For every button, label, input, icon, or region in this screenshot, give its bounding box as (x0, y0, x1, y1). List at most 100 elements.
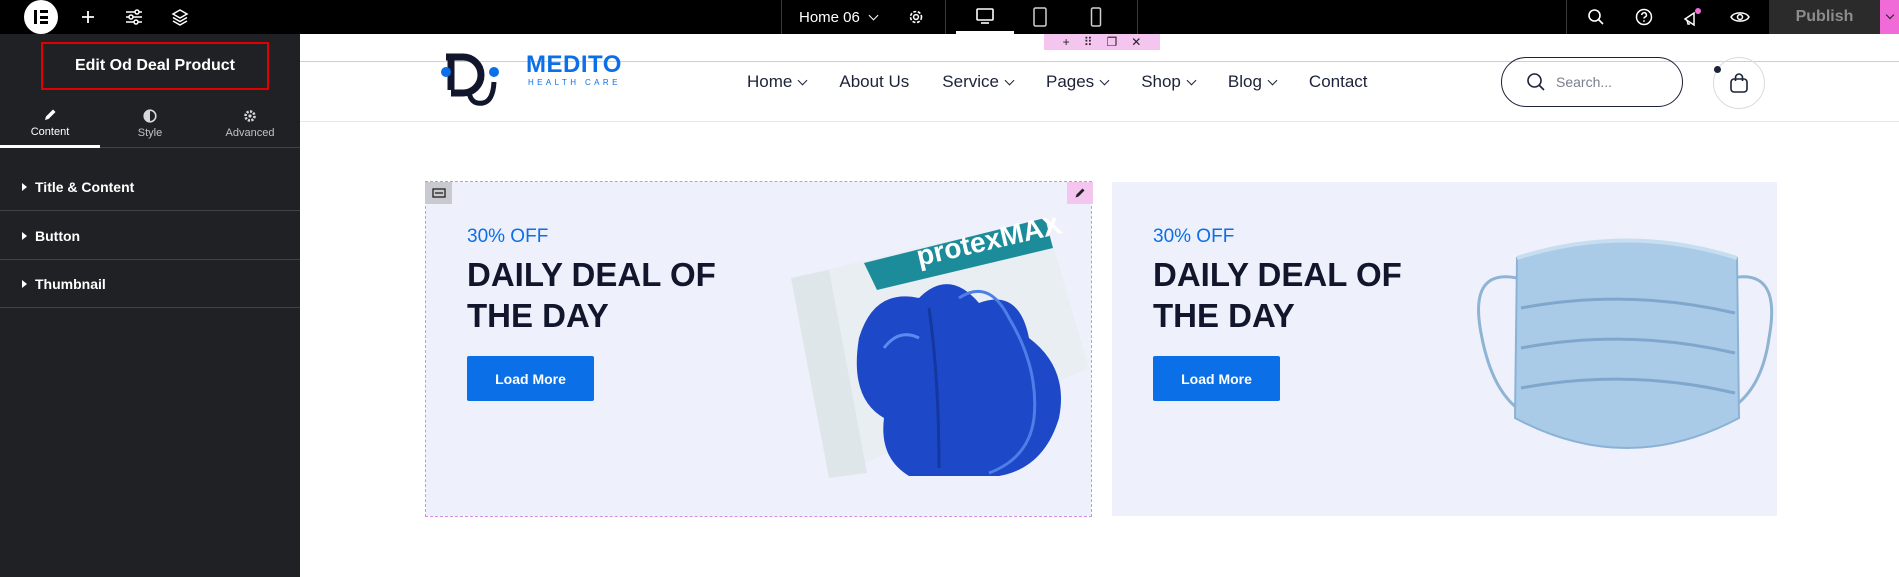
finder-button[interactable] (1584, 0, 1608, 34)
search-placeholder: Search... (1556, 74, 1613, 90)
nav-service[interactable]: Service (942, 72, 1015, 92)
panel-title: Edit Od Deal Product (74, 57, 235, 74)
stethoscope-logo-icon (441, 53, 499, 106)
nav-label: Home (747, 72, 793, 91)
tab-content[interactable]: Content (0, 100, 100, 148)
preview-eye-icon (1730, 12, 1750, 22)
widget-icon (431, 188, 446, 198)
section-thumbnail[interactable]: Thumbnail (0, 260, 300, 308)
add-element-button[interactable] (76, 0, 100, 34)
cart-button[interactable] (1713, 57, 1765, 109)
nav-blog[interactable]: Blog (1227, 72, 1278, 92)
logo-name: MEDITO (526, 51, 622, 78)
desktop-icon (976, 7, 994, 24)
close-icon[interactable]: ✕ (1131, 35, 1141, 49)
page-name: Home 06 (799, 8, 860, 26)
deal-title: DAILY DEAL OF THE DAY (467, 256, 716, 334)
tab-style[interactable]: Style (100, 100, 200, 148)
tab-label: Content (30, 125, 70, 138)
duplicate-icon[interactable]: ❐ (1106, 35, 1117, 49)
deal-discount: 30% OFF (467, 226, 549, 247)
section-label: Button (35, 227, 81, 244)
device-tablet-button[interactable] (1011, 0, 1069, 34)
pencil-icon (45, 109, 56, 120)
logo-wordmark: MEDITO HEALTH CARE (526, 51, 622, 88)
nav-label: Blog (1227, 72, 1262, 91)
add-icon (82, 11, 94, 23)
deal-card[interactable]: 30% OFF DAILY DEAL OF THE DAY Load More … (425, 181, 1092, 517)
section-label: Thumbnail (35, 275, 106, 292)
device-mobile-button[interactable] (1067, 0, 1125, 34)
gloves-product-image: protexMAX (791, 218, 1089, 478)
tab-label: Advanced (225, 127, 275, 139)
chevron-down-icon (1004, 75, 1015, 85)
publish-options-button[interactable] (1880, 0, 1899, 34)
help-button[interactable] (1632, 0, 1656, 34)
caret-right-icon (22, 231, 27, 240)
layers-icon (171, 9, 189, 26)
drag-handle-icon[interactable]: ⠿ (1084, 35, 1093, 49)
whats-new-icon (1683, 8, 1701, 27)
nav-label: About Us (839, 72, 910, 91)
topbar-divider (1566, 0, 1567, 34)
whats-new-button[interactable] (1680, 0, 1704, 34)
publish-button[interactable]: Publish (1769, 0, 1880, 34)
deal-card[interactable]: 30% OFF DAILY DEAL OF THE DAY Load More (1112, 182, 1777, 516)
chevron-down-icon (1885, 10, 1894, 20)
help-icon (1635, 8, 1653, 26)
panel-tabs: Content Style Advanced (0, 100, 300, 148)
main-navigation: Home About Us Service Pages Shop Blog Co… (747, 70, 1401, 94)
gear-icon (909, 10, 923, 24)
section-title-content[interactable]: Title & Content (0, 163, 300, 211)
shopping-bag-icon (1730, 73, 1748, 93)
edit-widget-button[interactable] (1067, 182, 1093, 204)
structure-button[interactable] (168, 0, 192, 34)
add-icon[interactable]: + (1063, 35, 1070, 49)
nav-label: Pages (1045, 72, 1095, 91)
page-selector[interactable]: Home 06 (799, 0, 879, 34)
editor-topbar: Home 06 Publish (0, 0, 1899, 34)
half-circle-icon (143, 109, 157, 123)
header-divider (300, 121, 1899, 122)
elementor-logo-icon (24, 0, 58, 34)
mobile-icon (1090, 7, 1102, 27)
nav-about-us[interactable]: About Us (839, 72, 909, 92)
page-settings-button[interactable] (904, 0, 928, 34)
site-search-input[interactable]: Search... (1501, 57, 1683, 107)
device-desktop-button[interactable] (956, 0, 1014, 34)
widget-handle[interactable] (425, 182, 452, 204)
preview-button[interactable] (1728, 0, 1752, 34)
chevron-down-icon (1267, 75, 1278, 85)
topbar-divider (781, 0, 782, 34)
search-icon (1588, 9, 1604, 25)
nav-contact[interactable]: Contact (1309, 72, 1368, 92)
section-label: Title & Content (35, 178, 135, 195)
site-settings-button[interactable] (122, 0, 146, 34)
tab-advanced[interactable]: Advanced (200, 100, 300, 148)
nav-label: Service (942, 72, 999, 91)
nav-pages[interactable]: Pages (1045, 72, 1110, 92)
caret-right-icon (22, 182, 27, 191)
tablet-icon (1033, 7, 1047, 27)
section-button[interactable]: Button (0, 212, 300, 260)
load-more-button[interactable]: Load More (1153, 356, 1280, 401)
elementor-logo-button[interactable] (24, 0, 58, 34)
nav-shop[interactable]: Shop (1141, 72, 1197, 92)
caret-right-icon (22, 279, 27, 288)
settings-sliders-icon (126, 9, 142, 25)
cart-badge (1714, 66, 1721, 73)
nav-label: Shop (1141, 72, 1181, 91)
header-section-handle[interactable]: + ⠿ ❐ ✕ (1044, 34, 1160, 50)
nav-home[interactable]: Home (747, 72, 808, 92)
chevron-down-icon (1186, 75, 1197, 85)
chevron-down-icon (1099, 75, 1110, 85)
deal-discount: 30% OFF (1153, 226, 1235, 247)
logo-tagline: HEALTH CARE (528, 78, 621, 87)
load-more-button[interactable]: Load More (467, 356, 594, 401)
nav-label: Contact (1308, 72, 1368, 91)
deal-title: DAILY DEAL OF THE DAY (1153, 256, 1402, 334)
face-mask-product-image (1477, 238, 1774, 449)
tab-label: Style (137, 127, 163, 139)
pencil-icon (1075, 188, 1085, 198)
editor-panel: Edit Od Deal Product Content Style Advan… (0, 34, 300, 577)
